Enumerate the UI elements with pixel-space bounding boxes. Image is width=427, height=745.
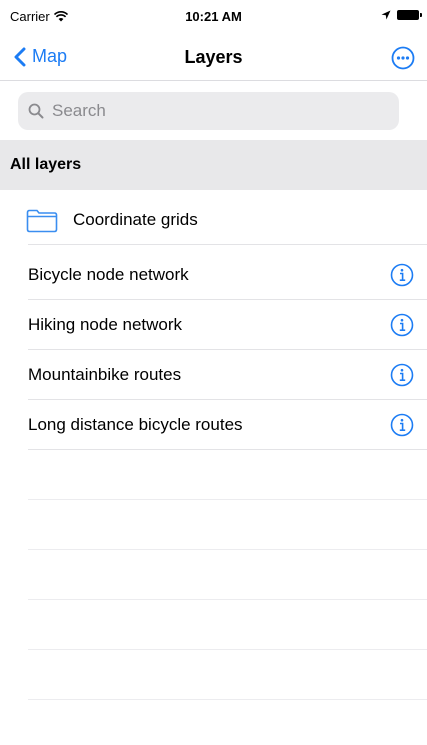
list-item-label: Long distance bicycle routes xyxy=(28,415,243,434)
more-options-button[interactable] xyxy=(391,46,415,75)
status-bar: Carrier 10:21 AM xyxy=(0,0,427,36)
status-right xyxy=(381,10,422,20)
info-icon[interactable] xyxy=(390,363,414,387)
empty-row-divider xyxy=(28,649,427,650)
info-icon[interactable] xyxy=(390,313,414,337)
search-icon xyxy=(28,103,44,119)
battery-icon xyxy=(397,10,422,20)
info-icon[interactable] xyxy=(390,413,414,437)
empty-row-divider xyxy=(28,599,427,600)
location-arrow-icon xyxy=(381,10,391,20)
list-item-bicycle-node-network[interactable]: Bicycle node network xyxy=(0,250,427,300)
info-icon[interactable] xyxy=(390,263,414,287)
section-title: All layers xyxy=(10,156,82,173)
page-title: Layers xyxy=(184,47,243,67)
list-item-hiking-node-network[interactable]: Hiking node network xyxy=(0,300,427,350)
ellipsis-circle-icon xyxy=(391,46,415,70)
empty-row-divider xyxy=(28,499,427,500)
navigation-bar: Map Layers xyxy=(0,36,427,81)
list-item-long-distance-bicycle-routes[interactable]: Long distance bicycle routes xyxy=(0,400,427,450)
row-divider xyxy=(28,244,427,245)
list-item-label: Hiking node network xyxy=(28,315,183,334)
list-item-label: Bicycle node network xyxy=(28,265,189,284)
search-input[interactable] xyxy=(50,100,384,122)
folder-icon xyxy=(26,209,58,233)
row-divider xyxy=(28,449,427,450)
clock: 10:21 AM xyxy=(185,9,242,24)
section-header: All layers xyxy=(0,140,427,190)
list-item-coordinate-grids[interactable]: Coordinate grids xyxy=(0,195,427,245)
list-item-label: Mountainbike routes xyxy=(28,365,182,384)
list-item-label: Coordinate grids xyxy=(73,210,198,229)
list-item-mountainbike-routes[interactable]: Mountainbike routes xyxy=(0,350,427,400)
empty-row-divider xyxy=(28,549,427,550)
empty-row-divider xyxy=(28,699,427,700)
search-bar[interactable] xyxy=(18,92,399,130)
